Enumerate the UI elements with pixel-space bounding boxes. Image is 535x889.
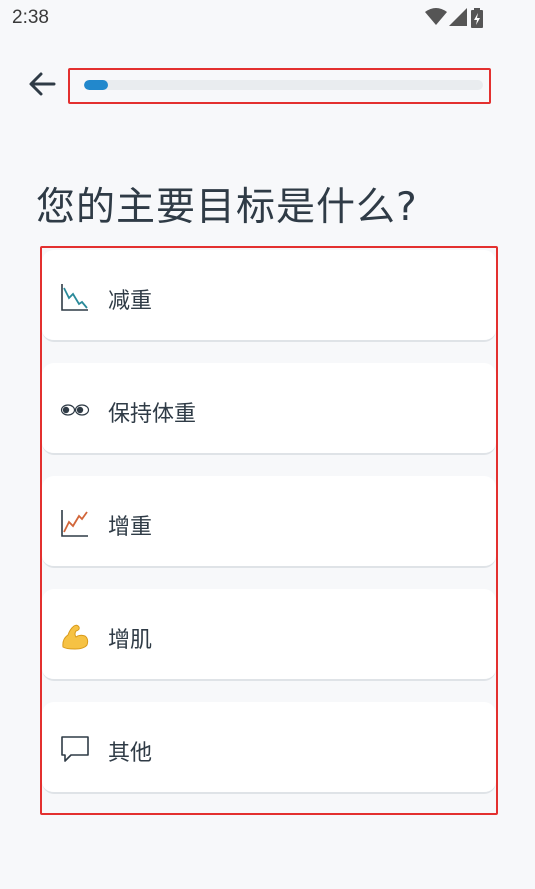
battery-charging-icon [471, 8, 483, 28]
progress-bar-highlight [68, 68, 491, 104]
cell-signal-icon [449, 8, 467, 26]
speech-bubble-icon [60, 734, 90, 764]
chart-up-icon [60, 508, 90, 538]
option-other[interactable]: 其他 [42, 702, 496, 794]
wifi-icon [425, 8, 447, 25]
chart-down-icon [60, 282, 90, 312]
option-maintain-weight[interactable]: 保持体重 [42, 363, 496, 455]
options-list: 减重 保持体重 增重 增肌 其他 [40, 246, 498, 815]
option-label: 增肌 [108, 628, 153, 653]
status-icons [425, 8, 495, 28]
arrow-left-icon [29, 72, 56, 96]
progress-track [84, 80, 483, 90]
option-label: 增重 [108, 515, 153, 540]
status-bar: 2:38 [0, 0, 535, 36]
back-button[interactable] [26, 68, 58, 100]
eyes-icon [60, 395, 90, 425]
option-gain-weight[interactable]: 增重 [42, 476, 496, 568]
option-label: 其他 [108, 741, 153, 766]
option-build-muscle[interactable]: 增肌 [42, 589, 496, 681]
page-title: 您的主要目标是什么? [36, 185, 418, 231]
option-label: 保持体重 [108, 402, 197, 427]
option-lose-weight[interactable]: 减重 [42, 250, 496, 342]
status-time: 2:38 [12, 7, 49, 28]
progress-fill [84, 80, 108, 90]
option-label: 减重 [108, 289, 153, 314]
flexed-biceps-icon [60, 621, 90, 651]
